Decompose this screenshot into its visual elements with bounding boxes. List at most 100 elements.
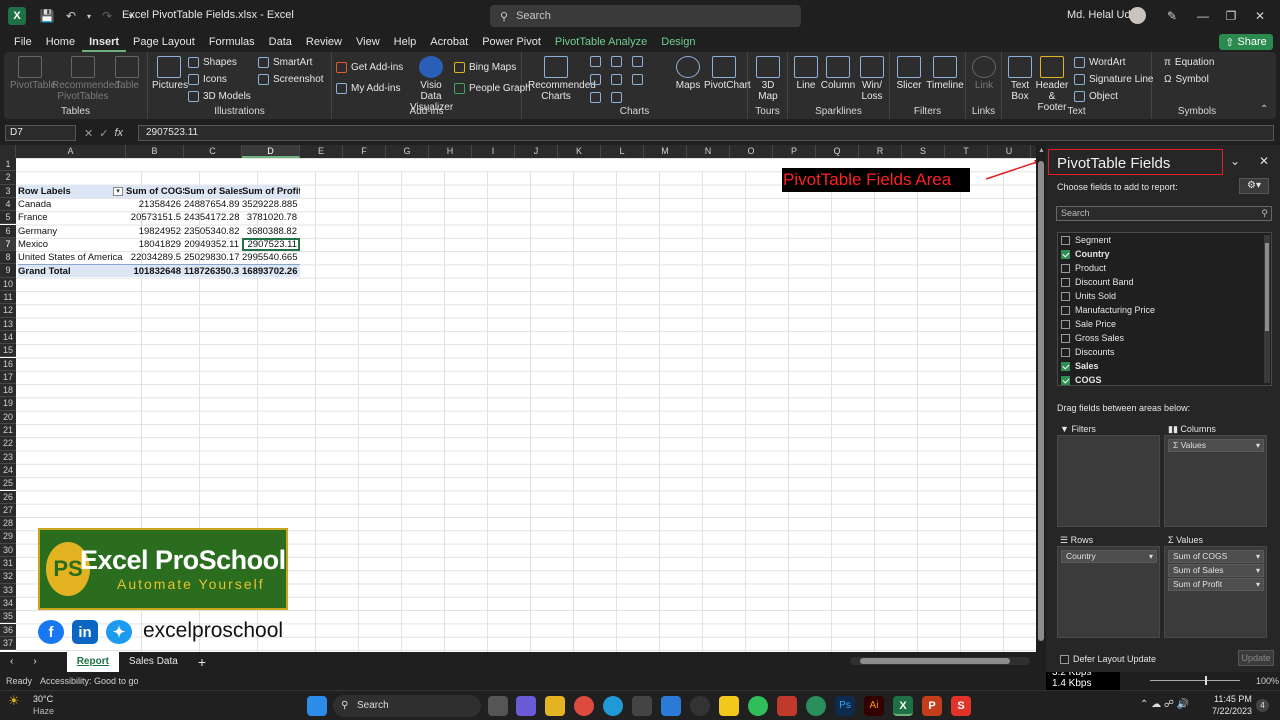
columns-item[interactable]: Σ Values ▾ <box>1168 439 1264 452</box>
column-header[interactable]: F <box>343 145 386 158</box>
column-header[interactable]: J <box>515 145 558 158</box>
field-item[interactable]: COGS <box>1061 375 1102 385</box>
redo-icon[interactable]: ↷ <box>96 5 118 27</box>
pivot-cell[interactable]: United States of America <box>18 251 126 264</box>
pivot-cell[interactable]: 2995540.665 <box>242 251 300 264</box>
row-header[interactable]: 16 <box>0 357 16 371</box>
row-header[interactable]: 10 <box>0 277 16 291</box>
chrome-icon[interactable] <box>574 696 594 716</box>
pivot-cell[interactable]: 25029830.17 <box>184 251 242 264</box>
tab-file[interactable]: File <box>0 32 39 52</box>
row-header[interactable]: 23 <box>0 450 16 464</box>
row-header[interactable]: 34 <box>0 596 16 611</box>
pivotchart-button[interactable]: PivotChart <box>704 56 751 91</box>
row-header[interactable]: 6 <box>0 224 16 238</box>
field-checkbox[interactable] <box>1061 263 1070 273</box>
undo-icon[interactable]: ↶ <box>60 5 82 27</box>
field-item[interactable]: Units Sold <box>1061 291 1116 301</box>
snip-icon[interactable] <box>777 696 797 716</box>
field-search-input[interactable]: Search ⚲ <box>1056 206 1272 221</box>
field-item[interactable]: Gross Sales <box>1061 333 1124 343</box>
field-item[interactable]: Manufacturing Price <box>1061 305 1155 315</box>
field-checkbox[interactable] <box>1061 333 1070 343</box>
field-item[interactable]: Discounts <box>1061 347 1115 357</box>
weather-desc[interactable]: Haze <box>33 706 54 716</box>
github-icon[interactable] <box>690 696 710 716</box>
add-sheet-icon[interactable]: + <box>188 652 216 672</box>
store-icon[interactable] <box>632 696 652 716</box>
column-header[interactable]: A <box>16 145 126 158</box>
my-addins-button[interactable]: My Add-ins <box>336 83 400 94</box>
row-header[interactable]: 20 <box>0 410 16 424</box>
pivot-cell[interactable]: 18041829 <box>126 238 184 251</box>
slicer-button[interactable]: Slicer <box>894 56 924 91</box>
values-item[interactable]: Sum of COGS ▾ <box>1168 550 1264 563</box>
field-item[interactable]: Country <box>1061 249 1110 259</box>
grand-total-cell[interactable]: 16893702.26 <box>242 264 300 278</box>
field-item[interactable]: Product <box>1061 263 1106 273</box>
teams-icon[interactable] <box>516 696 536 716</box>
row-header[interactable]: 7 <box>0 237 16 252</box>
row-header[interactable]: 29 <box>0 530 16 544</box>
system-tray-icons[interactable]: ⌃ ☁ ☍ 🔊 <box>1140 699 1189 710</box>
start-icon[interactable] <box>307 696 327 716</box>
timeline-button[interactable]: Timeline <box>926 56 964 91</box>
columns-area[interactable]: Σ Values ▾ <box>1164 435 1267 527</box>
recommended-pivottables-button[interactable]: Recommended PivotTables <box>52 56 120 102</box>
pivot-cell[interactable]: 3680388.82 <box>242 225 300 238</box>
tab-page-layout[interactable]: Page Layout <box>126 32 202 52</box>
column-header[interactable]: D <box>242 145 300 158</box>
pivot-cell[interactable]: 20573151.5 <box>126 211 184 224</box>
line-chart-icon[interactable] <box>590 74 601 85</box>
values-area[interactable]: Sum of COGS ▾ Sum of Sales ▾ Sum of Profit… <box>1164 546 1267 638</box>
shapes-button[interactable]: Shapes <box>188 57 237 68</box>
weather-icon[interactable]: ☀ <box>8 693 20 709</box>
column-header[interactable]: K <box>558 145 601 158</box>
field-list-scrollbar[interactable] <box>1264 235 1270 383</box>
row-header[interactable]: 15 <box>0 344 16 358</box>
zoom-thumb[interactable] <box>1205 676 1207 685</box>
name-box[interactable]: D7 <box>5 125 76 141</box>
pie-chart-icon[interactable] <box>590 92 601 103</box>
grand-total-cell[interactable]: 101832648 <box>126 264 184 278</box>
pivot-header-cell[interactable]: Sum of Profit <box>242 184 300 198</box>
field-item[interactable]: Sales <box>1061 361 1099 371</box>
statistic-chart-icon[interactable] <box>632 56 643 67</box>
column-header[interactable]: R <box>859 145 902 158</box>
people-graph-button[interactable]: People Graph <box>454 83 531 94</box>
values-item[interactable]: Sum of Sales ▾ <box>1168 564 1264 577</box>
pivot-cell[interactable]: 24887654.89 <box>184 198 242 211</box>
linkedin-icon[interactable]: in <box>72 620 98 644</box>
wps-icon[interactable]: S <box>951 696 971 716</box>
field-checkbox[interactable] <box>1061 305 1070 315</box>
row-header[interactable]: 27 <box>0 503 16 518</box>
symbol-button[interactable]: Ω Symbol <box>1164 74 1209 85</box>
screenshot-button[interactable]: Screenshot <box>258 74 324 85</box>
row-header[interactable]: 24 <box>0 463 16 478</box>
smartart-button[interactable]: SmartArt <box>258 57 312 68</box>
globe-icon[interactable] <box>806 696 826 716</box>
row-header[interactable]: 11 <box>0 291 16 305</box>
column-header[interactable]: O <box>730 145 773 158</box>
pivottable-button[interactable]: PivotTable <box>10 56 56 91</box>
3d-map-button[interactable]: 3D Map <box>752 56 784 102</box>
vscode-icon[interactable] <box>661 696 681 716</box>
pivot-header-cell[interactable]: Row Labels <box>18 184 126 198</box>
horizontal-scrollbar[interactable] <box>850 657 1030 665</box>
column-header[interactable]: P <box>773 145 816 158</box>
field-checkbox[interactable] <box>1061 375 1070 385</box>
zoom-slider[interactable] <box>1150 676 1240 685</box>
task-view-icon[interactable] <box>488 696 508 716</box>
pivot-cell[interactable]: Germany <box>18 225 126 238</box>
h-scroll-thumb[interactable] <box>860 658 1010 664</box>
tab-formulas[interactable]: Formulas <box>202 32 262 52</box>
column-header[interactable]: T <box>945 145 988 158</box>
column-header[interactable]: S <box>902 145 945 158</box>
sticky-notes-icon[interactable] <box>719 696 739 716</box>
row-header[interactable]: 14 <box>0 330 16 345</box>
row-header[interactable]: 3 <box>0 184 16 198</box>
get-addins-button[interactable]: Get Add-ins <box>336 62 403 73</box>
pivot-cell[interactable]: 3781020.78 <box>242 211 300 224</box>
grand-total-cell[interactable]: 118726350.3 <box>184 264 242 278</box>
header-footer-button[interactable]: Header & Footer <box>1034 56 1070 113</box>
